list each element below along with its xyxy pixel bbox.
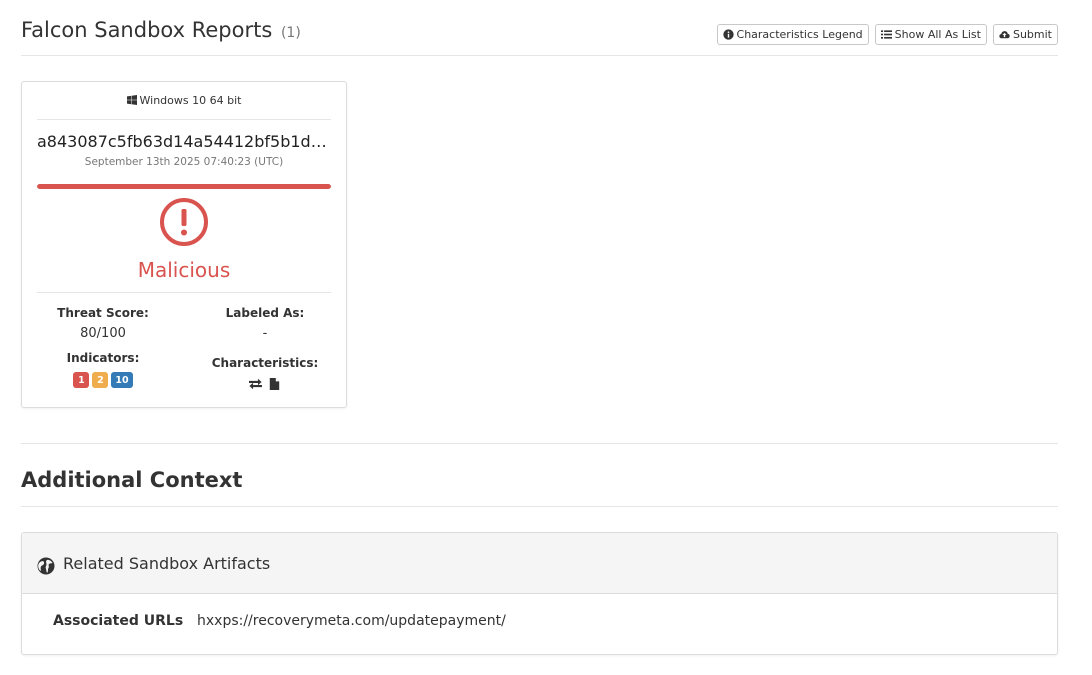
indicator-badge-informative[interactable]: 10 [111, 372, 133, 388]
indicator-badge-suspicious[interactable]: 2 [92, 372, 109, 388]
associated-urls-label: Associated URLs [53, 613, 184, 629]
labeled-as-value: - [262, 326, 268, 341]
characteristics-icons [190, 378, 340, 390]
characteristics-legend-label: Characteristics Legend [736, 28, 863, 41]
submit-label: Submit [1012, 28, 1052, 41]
windows-icon [126, 95, 137, 105]
report-card[interactable]: Windows 10 64 bit a843087c5fb63d14a54412… [21, 81, 347, 408]
indicators-label: Indicators: [66, 351, 140, 365]
toolbar: Characteristics Legend Show All As List … [716, 24, 1058, 45]
exclamation-circle-icon [160, 198, 208, 246]
threat-bar-fill [37, 184, 331, 189]
indicator-badges: 1 2 10 [28, 372, 178, 388]
page-title-text: Falcon Sandbox Reports [21, 18, 273, 42]
section-title-divider [21, 506, 1058, 507]
labeled-as-label: Labeled As: [225, 306, 305, 320]
verdict-divider [37, 292, 331, 293]
globe-icon [37, 557, 55, 575]
additional-context-title: Additional Context [21, 468, 243, 492]
related-artifacts-header[interactable]: Related Sandbox Artifacts [22, 533, 1057, 594]
submit-button[interactable]: Submit [992, 24, 1058, 45]
section-divider [21, 443, 1058, 444]
related-artifacts-panel: Related Sandbox Artifacts Associated URL… [21, 532, 1058, 655]
verdict-label: Malicious [137, 258, 231, 282]
threat-score-label: Threat Score: [57, 306, 149, 320]
exchange-icon[interactable] [249, 378, 262, 390]
indicator-badge-malicious[interactable]: 1 [73, 372, 90, 388]
related-artifacts-title: Related Sandbox Artifacts [63, 554, 271, 573]
list-icon [880, 30, 892, 39]
threat-score-value: 80/100 [80, 326, 126, 341]
page-title: Falcon Sandbox Reports (1) [21, 18, 301, 42]
show-all-as-list-label: Show All As List [894, 28, 981, 41]
os-row: Windows 10 64 bit [37, 94, 331, 120]
characteristics-legend-button[interactable]: Characteristics Legend [716, 24, 869, 45]
associated-urls-value[interactable]: hxxps://recoverymeta.com/updatepayment/ [197, 613, 506, 629]
analysis-date: September 13th 2025 07:40:23 (UTC) [84, 156, 284, 168]
file-icon[interactable] [268, 378, 281, 390]
show-all-as-list-button[interactable]: Show All As List [874, 24, 987, 45]
info-circle-icon [722, 29, 734, 40]
page-header: Falcon Sandbox Reports (1) Characteristi… [21, 14, 1058, 56]
characteristics-label: Characteristics: [211, 356, 319, 370]
sample-hash[interactable]: a843087c5fb63d14a54412bf5b1d5... [37, 132, 331, 151]
os-label: Windows 10 64 bit [139, 94, 242, 107]
cloud-upload-icon [999, 31, 1010, 39]
report-count: (1) [280, 25, 301, 41]
threat-bar [37, 184, 331, 189]
